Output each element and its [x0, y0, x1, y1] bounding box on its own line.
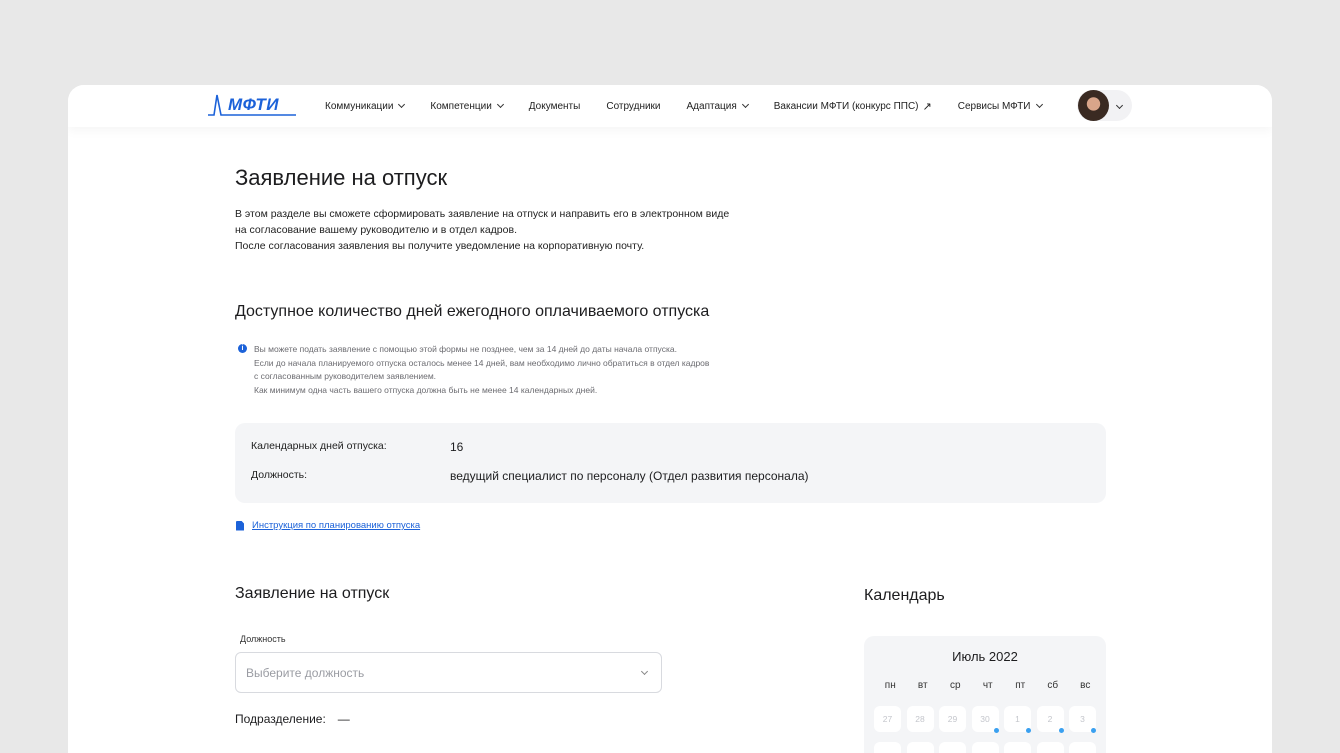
position-select-placeholder: Выберите должность	[246, 666, 365, 680]
calendar-heading: Календарь	[864, 587, 945, 604]
weekday-label: пт	[1015, 680, 1026, 691]
calendar-day[interactable]: 30	[971, 706, 999, 733]
nav-item-label: Вакансии МФТИ (конкурс ППС)	[773, 100, 919, 112]
intro-line: В этом разделе вы сможете сформировать з…	[235, 208, 730, 220]
calendar-day[interactable]: 3	[1069, 706, 1096, 733]
chevron-down-icon	[741, 100, 749, 109]
chevron-down-icon	[496, 100, 504, 109]
app-frame: МФТИ Коммуникации Компетенции Документы …	[68, 85, 1272, 753]
nav-item-adaptation[interactable]: Адаптация	[686, 100, 749, 112]
calendar-day[interactable]: 1	[1004, 706, 1031, 733]
weekday-label: сб	[1047, 680, 1059, 691]
calendar-day[interactable]: 27	[874, 706, 901, 732]
notice-line: Как минимум одна часть вашего отпуска до…	[254, 384, 598, 395]
calendar-day[interactable]	[906, 742, 934, 753]
nav-item-label: Сотрудники	[606, 100, 661, 112]
days-label: Календарных дней отпуска:	[251, 440, 387, 452]
weekday-label: пн	[884, 680, 896, 691]
calendar-day[interactable]	[1004, 742, 1031, 753]
nav-item-label: Сервисы МФТИ	[957, 100, 1031, 112]
department-value: —	[337, 712, 350, 726]
top-navigation-bar: МФТИ Коммуникации Компетенции Документы …	[68, 85, 1272, 127]
weekday-label: ср	[949, 680, 961, 691]
chevron-down-icon	[398, 100, 406, 109]
calendar-day[interactable]	[874, 742, 901, 753]
position-field-label: Должность	[240, 634, 286, 644]
position-value: ведущий специалист по персоналу (Отдел р…	[450, 469, 809, 483]
vacation-summary-panel: Календарных дней отпуска: 16 Должность: …	[235, 423, 1106, 503]
intro-line: на согласование вашему руководителю и в …	[235, 224, 517, 236]
calendar-week	[874, 742, 1102, 753]
calendar-day[interactable]: 29	[939, 706, 966, 732]
instruction-link-text[interactable]: Инструкция по планированию отпуска	[252, 520, 420, 531]
nav-item-employees[interactable]: Сотрудники	[606, 101, 660, 112]
weekday-label: вт	[917, 680, 928, 691]
notice-line: с согласованным руководителем заявлением…	[254, 371, 437, 381]
user-menu-button[interactable]	[1077, 90, 1132, 121]
info-icon: i	[238, 344, 247, 353]
notice-line: Если до начала планируемого отпуска оста…	[254, 357, 710, 368]
calendar-day[interactable]	[939, 742, 966, 753]
department-row: Подразделение: —	[235, 712, 350, 726]
avatar	[1078, 90, 1109, 121]
mipt-logo[interactable]: МФТИ	[208, 91, 300, 119]
nav-item-communications[interactable]: Коммуникации	[325, 100, 406, 112]
form-heading: Заявление на отпуск	[235, 585, 390, 602]
calendar-week: 27 28 29 30 1 2 3	[874, 706, 1102, 733]
position-select[interactable]: Выберите должность	[235, 652, 662, 693]
calendar-weekdays: пн вт ср чт пт сб вс	[874, 680, 1102, 691]
available-days-heading: Доступное количество дней ежегодного опл…	[235, 303, 710, 320]
page-title: Заявление на отпуск	[235, 165, 448, 190]
nav-item-services[interactable]: Сервисы МФТИ	[957, 100, 1043, 112]
weekday-label: вс	[1080, 680, 1091, 691]
calendar-month: Июль 2022	[952, 649, 1018, 664]
document-icon	[236, 520, 244, 531]
chevron-down-icon	[640, 667, 649, 676]
nav-item-competencies[interactable]: Компетенции	[430, 100, 504, 112]
nav-item-vacancies[interactable]: Вакансии МФТИ (конкурс ППС) ↗	[774, 100, 932, 113]
days-value: 16	[450, 440, 464, 454]
nav-item-label: Компетенции	[430, 100, 492, 112]
weekday-label: чт	[982, 680, 993, 691]
main-nav: Коммуникации Компетенции Документы Сотру…	[325, 85, 1068, 127]
calendar-day[interactable]: 28	[906, 706, 934, 732]
external-link-icon: ↗	[922, 100, 932, 113]
calendar-widget: Июль 2022 пн вт ср чт пт сб вс 27 28 29 …	[864, 636, 1106, 753]
nav-item-documents[interactable]: Документы	[529, 101, 581, 112]
calendar-day[interactable]	[1069, 742, 1096, 753]
notice-line: Вы можете подать заявление с помощью это…	[254, 344, 677, 354]
calendar-day[interactable]	[1036, 742, 1064, 753]
instruction-link[interactable]: Инструкция по планированию отпуска	[236, 520, 420, 531]
nav-item-label: Адаптация	[686, 100, 737, 112]
calendar-day[interactable]: 2	[1036, 706, 1064, 733]
calendar-day[interactable]	[971, 742, 999, 753]
logo-text: МФТИ	[228, 95, 279, 114]
chevron-down-icon	[1035, 100, 1043, 109]
position-label: Должность:	[251, 469, 308, 481]
notice-text: Вы можете подать заявление с помощью это…	[254, 343, 709, 397]
department-label: Подразделение:	[235, 712, 326, 726]
intro-text: В этом разделе вы сможете сформировать з…	[235, 206, 729, 254]
intro-line: После согласования заявления вы получите…	[235, 240, 645, 252]
nav-item-label: Документы	[528, 100, 581, 112]
nav-item-label: Коммуникации	[325, 100, 394, 112]
chevron-down-icon	[1115, 101, 1124, 110]
